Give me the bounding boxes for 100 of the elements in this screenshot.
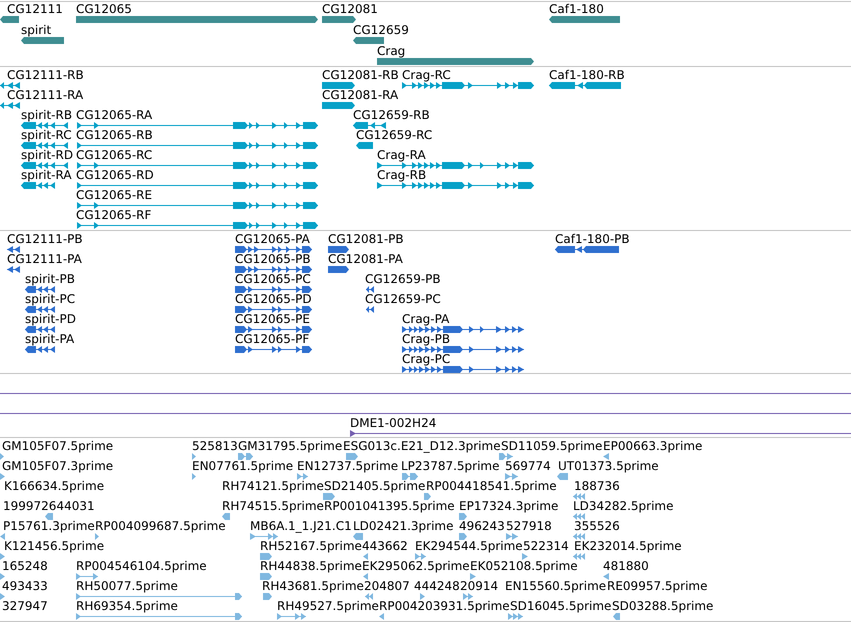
feature-label: CG12065-PD <box>235 292 312 306</box>
feature-label: K166634.5prime <box>4 479 104 493</box>
feature-label: GM31795.5prime <box>238 439 342 453</box>
feature-label: CG12065-RF <box>76 208 152 222</box>
feature-label: EN12737.5prime <box>297 459 398 473</box>
feature-label: CG12065-PA <box>235 232 310 246</box>
feature-label: CG12081-PA <box>328 252 403 266</box>
feature-label: EK052108.5prime <box>470 559 578 573</box>
feature-label: Crag-RC <box>402 68 451 82</box>
feature-label: CG12659 <box>353 23 409 37</box>
feature-label: CG12065-RB <box>76 128 153 142</box>
feature-label: EP00663.3prime <box>603 439 702 453</box>
feature-label: CG12065-RC <box>76 148 152 162</box>
feature-label: Caf1-180-PB <box>555 232 630 246</box>
feature-label: SD21405.5prime <box>324 479 426 493</box>
feature-label: spirit-PA <box>25 332 74 346</box>
feature-label: RP004546104.5prime <box>76 559 207 573</box>
feature-label: 355526 <box>574 519 620 533</box>
feature-label: spirit-PD <box>25 312 76 326</box>
feature-label: EP17324.3prime <box>459 499 558 513</box>
feature-label: EN15560.5prime <box>505 579 606 593</box>
feature-label: 493433 <box>2 579 48 593</box>
feature-label: RH49527.5prime <box>277 599 379 613</box>
feature-label: RE09957.5prime <box>607 579 708 593</box>
feature-label: CG12659-PC <box>365 292 441 306</box>
feature-label: RH50077.5prime <box>76 579 178 593</box>
feature-label: spirit-RB <box>21 108 72 122</box>
feature-label: CG12065-PC <box>235 272 311 286</box>
feature-label: CG12659-RB <box>353 108 430 122</box>
feature-label: CG12065-RE <box>76 188 152 202</box>
feature-label: CG12065 <box>76 2 132 16</box>
feature-label: spirit <box>21 23 52 37</box>
feature-label: spirit-RA <box>21 168 72 182</box>
feature-label: SD11059.5prime <box>501 439 602 453</box>
feature-label: CG12065-PF <box>235 332 310 346</box>
feature-label: Crag-PC <box>402 352 450 366</box>
feature-label: EK232014.5prime <box>574 539 682 553</box>
feature-label: spirit-PB <box>25 272 75 286</box>
feature-label: Crag-RB <box>377 168 426 182</box>
feature-label: CG12081-RA <box>322 88 398 102</box>
feature-label: CG12065-PE <box>235 312 310 326</box>
feature-label: spirit-RC <box>21 128 72 142</box>
feature-label: 569774 <box>505 459 551 473</box>
feature-label: Crag-PB <box>402 332 450 346</box>
feature-label: spirit-PC <box>25 292 76 306</box>
feature-label: SD03288.5prime <box>612 599 714 613</box>
feature-label: UT01373.5prime <box>558 459 659 473</box>
feature-label: 496243 <box>459 519 505 533</box>
feature-label: CG12111-RB <box>7 68 84 82</box>
feature-label: 443662 <box>362 539 408 553</box>
feature-label: EK295062.5prime <box>362 559 470 573</box>
feature-label: CG12111-PB <box>7 232 83 246</box>
feature-label: GM105F07.5prime <box>2 439 114 453</box>
feature-label: CG12065-PB <box>235 252 311 266</box>
feature-label: 525813 <box>192 439 238 453</box>
feature-label: CG12081-PB <box>328 232 404 246</box>
feature-label: RP004418541.5prime <box>426 479 557 493</box>
feature-label: EN07761.5prime <box>192 459 294 473</box>
feature-label: LD34282.5prime <box>573 499 674 513</box>
feature-label: RH74515.5prime <box>222 499 324 513</box>
feature-label: CG12111 <box>7 2 63 16</box>
feature-label: LD02421.3prime <box>353 519 454 533</box>
feature-label: RH44838.5prime <box>260 559 362 573</box>
feature-label: 204807 <box>364 579 410 593</box>
feature-label: 188736 <box>574 479 620 493</box>
feature-label: 527918 <box>506 519 552 533</box>
feature-label: SD16045.5prime <box>510 599 612 613</box>
feature-label: Crag-PA <box>402 312 450 326</box>
feature-label: 481880 <box>603 559 649 573</box>
feature-label: Caf1-180 <box>549 2 604 16</box>
feature-label: LP23787.5prime <box>401 459 500 473</box>
feature-label: 199972644031 <box>3 499 95 513</box>
feature-label: RH43681.5prime <box>262 579 364 593</box>
feature-label: 165248 <box>2 559 48 573</box>
feature-label: RH69354.5prime <box>76 599 178 613</box>
feature-label: Caf1-180-RB <box>549 68 625 82</box>
feature-label: ESG013c.E21_D12.3prime <box>343 439 501 453</box>
feature-label: RP004203931.5prime <box>379 599 510 613</box>
feature-label: CG12065-RA <box>76 108 152 122</box>
feature-label: EK294544.5prime <box>415 539 523 553</box>
feature-label: GM105F07.3prime <box>2 459 114 473</box>
feature-label: RP001041395.5prime <box>324 499 455 513</box>
feature-label: P15761.3prime <box>3 519 95 533</box>
feature-label: CG12659-RC <box>356 128 432 142</box>
feature-label: RP004099687.5prime <box>95 519 226 533</box>
feature-label: CG12111-PA <box>7 252 82 266</box>
feature-label: spirit-RD <box>21 148 74 162</box>
feature-label: MB6A.1_1.J21.C1 <box>250 519 352 533</box>
feature-label: CG12065-RD <box>76 168 154 182</box>
feature-label: CG12111-RA <box>7 88 84 102</box>
feature-label: Crag <box>377 44 406 58</box>
feature-label: 20914 <box>460 579 498 593</box>
feature-label: 444248 <box>414 579 460 593</box>
feature-label: RH74121.5prime <box>222 479 324 493</box>
feature-label: 522314 <box>523 539 569 553</box>
feature-label: K121456.5prime <box>4 539 104 553</box>
feature-label: DME1-002H24 <box>350 416 436 430</box>
feature-label: RH52167.5prime <box>260 539 362 553</box>
feature-label: Crag-RA <box>377 148 426 162</box>
feature-label: CG12081-RB <box>322 68 399 82</box>
